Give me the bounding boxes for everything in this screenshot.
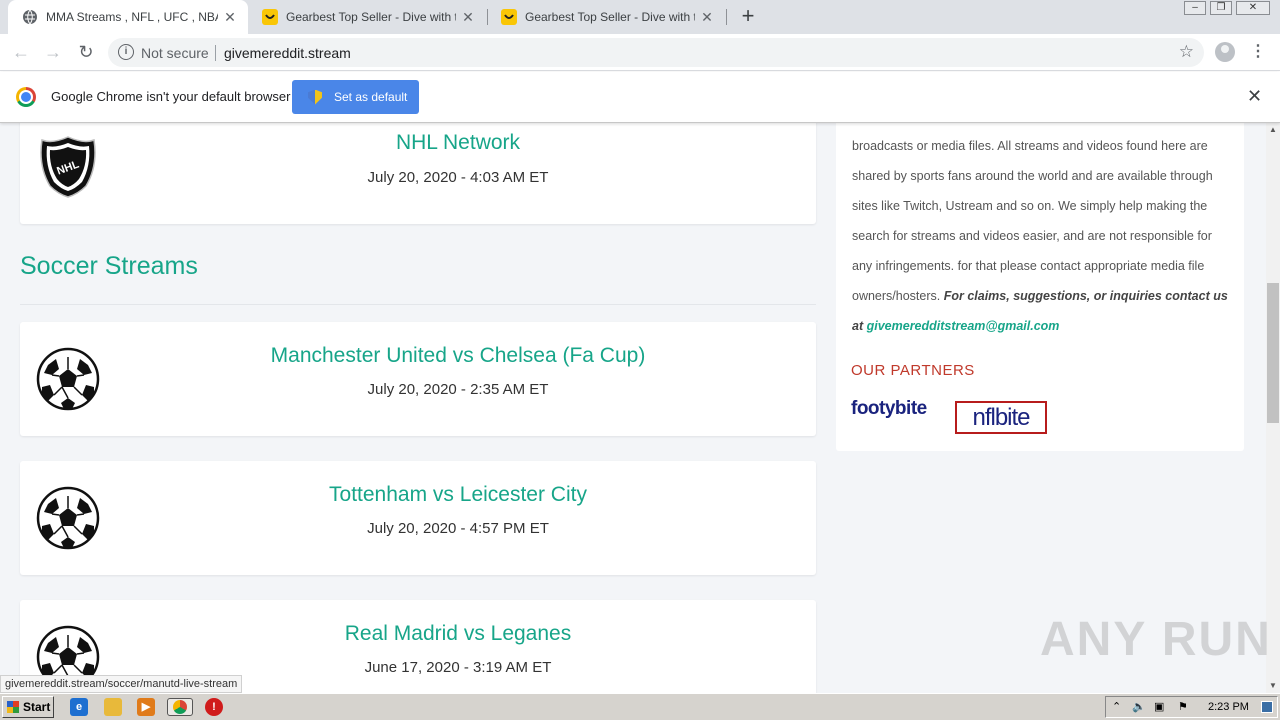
tab-title: MMA Streams , NFL , UFC , NBA , Boxing: [46, 10, 218, 24]
match-time: July 20, 2020 - 4:57 PM ET: [367, 520, 549, 537]
folder-icon[interactable]: [104, 698, 122, 716]
match-time: July 20, 2020 - 2:35 AM ET: [367, 381, 549, 398]
start-button[interactable]: Start: [2, 696, 54, 718]
omnibox-divider: [215, 45, 216, 61]
scrollbar-thumb[interactable]: [1267, 283, 1279, 423]
bookmark-star-icon[interactable]: ☆: [1179, 42, 1194, 62]
show-hidden-icons-icon[interactable]: ⌃: [1112, 700, 1121, 713]
browser-toolbar: ← → ↻ i Not secure givemereddit.stream ☆: [0, 34, 1280, 71]
show-desktop-icon[interactable]: [1261, 701, 1273, 713]
partners-heading: OUR PARTNERS: [851, 362, 975, 379]
ie-icon[interactable]: e: [70, 698, 88, 716]
chrome-logo-icon: [16, 87, 36, 107]
stream-card[interactable]: Tottenham vs Leicester City July 20, 202…: [20, 461, 816, 575]
partner-nflbite-logo[interactable]: nflbite: [955, 401, 1047, 434]
section-title-soccer: Soccer Streams: [20, 252, 198, 280]
stream-card[interactable]: Manchester United vs Chelsea (Fa Cup) Ju…: [20, 322, 816, 436]
match-title[interactable]: Manchester United vs Chelsea (Fa Cup): [20, 344, 896, 368]
tab-gearbest-1[interactable]: Gearbest Top Seller - Dive with the Ocea…: [248, 0, 486, 34]
media-player-icon[interactable]: ▶: [137, 698, 155, 716]
close-tab-icon[interactable]: ✕: [460, 9, 476, 26]
windows-taskbar: Start e ▶ ! ⌃ 🔈 ▣ ⚑ 2:23 PM: [0, 693, 1280, 720]
network-icon[interactable]: ▣: [1154, 700, 1164, 713]
tab-title: Gearbest Top Seller - Dive with the Ocea…: [286, 10, 456, 24]
contact-email-link[interactable]: givemeredditstream@gmail.com: [867, 319, 1060, 333]
new-tab-button[interactable]: +: [736, 5, 760, 29]
page-content: NHL NHL Network July 20, 2020 - 4:03 AM …: [0, 123, 1266, 693]
tab-separator: [726, 9, 727, 25]
chrome-menu-icon[interactable]: ⋮: [1250, 42, 1266, 62]
infobar-message: Google Chrome isn't your default browser: [51, 89, 291, 104]
match-time: July 20, 2020 - 4:03 AM ET: [367, 169, 549, 186]
system-tray: ⌃ 🔈 ▣ ⚑ 2:23 PM: [1105, 696, 1278, 718]
action-center-flag-icon[interactable]: ⚑: [1178, 700, 1188, 713]
close-tab-icon[interactable]: ✕: [699, 9, 715, 26]
disclaimer-line: broadcasts or media files. All streams a…: [852, 139, 1208, 153]
match-title[interactable]: Tottenham vs Leicester City: [20, 483, 896, 507]
back-button[interactable]: ←: [9, 41, 33, 65]
close-window-button[interactable]: ✕: [1236, 1, 1270, 15]
disclaimer-line: any infringements. for that please conta…: [852, 259, 1205, 273]
link-status-bar: givemereddit.stream/soccer/manutd-live-s…: [0, 675, 243, 693]
close-infobar-icon[interactable]: ✕: [1247, 86, 1262, 107]
match-title[interactable]: Real Madrid vs Leganes: [20, 622, 896, 646]
chrome-taskbar-icon[interactable]: [167, 698, 193, 716]
address-bar[interactable]: i Not secure givemereddit.stream ☆: [108, 38, 1204, 67]
tab-gearbest-2[interactable]: Gearbest Top Seller - Dive with the Ocea…: [487, 0, 725, 34]
default-browser-infobar: Google Chrome isn't your default browser…: [0, 72, 1280, 123]
disclaimer-line: search for streams and videos easier, an…: [852, 229, 1212, 243]
disclaimer-line: owners/hosters.: [852, 289, 941, 303]
tab-strip: MMA Streams , NFL , UFC , NBA , Boxing ✕…: [0, 0, 1280, 34]
set-as-default-button[interactable]: Set as default: [292, 80, 419, 114]
tab-title: Gearbest Top Seller - Dive with the Ocea…: [525, 10, 695, 24]
taskbar-clock[interactable]: 2:23 PM: [1208, 701, 1249, 713]
tab-mma-streams[interactable]: MMA Streams , NFL , UFC , NBA , Boxing ✕: [8, 0, 248, 34]
partner-footybite-logo[interactable]: footybite: [851, 398, 927, 420]
restore-window-button[interactable]: ❐: [1210, 1, 1232, 15]
forward-button[interactable]: →: [41, 41, 65, 65]
sidebar-disclaimer: broadcasts or media files. All streams a…: [836, 123, 1244, 451]
close-tab-icon[interactable]: ✕: [222, 9, 238, 26]
scroll-up-icon[interactable]: ▲: [1266, 123, 1280, 137]
anyrun-watermark: ANY RUN: [1040, 613, 1272, 666]
globe-icon: [23, 9, 37, 25]
scroll-down-icon[interactable]: ▼: [1266, 679, 1280, 693]
page-scrollbar[interactable]: ▲ ▼: [1266, 123, 1280, 693]
section-divider: [20, 304, 816, 305]
set-as-default-label: Set as default: [334, 90, 408, 104]
minimize-window-button[interactable]: –: [1184, 1, 1206, 15]
gearbest-icon: [262, 9, 278, 25]
match-time: June 17, 2020 - 3:19 AM ET: [364, 659, 552, 676]
profile-avatar-icon[interactable]: [1215, 42, 1235, 62]
gearbest-icon: [501, 9, 517, 25]
security-label: Not secure: [141, 45, 209, 61]
volume-icon[interactable]: 🔈: [1132, 700, 1146, 713]
url-text[interactable]: givemereddit.stream: [224, 45, 351, 61]
stream-card-nhl[interactable]: NHL NHL Network July 20, 2020 - 4:03 AM …: [20, 123, 816, 224]
disclaimer-line: sites like Twitch, Ustream and so on. We…: [852, 199, 1208, 213]
disclaimer-line: shared by sports fans around the world a…: [852, 169, 1213, 183]
shield-icon: [308, 89, 322, 105]
reload-button[interactable]: ↻: [74, 41, 98, 65]
antivirus-icon[interactable]: !: [205, 698, 223, 716]
disclaimer-text: broadcasts or media files. All streams a…: [852, 131, 1234, 341]
info-icon[interactable]: i: [118, 44, 134, 60]
match-title[interactable]: NHL Network: [20, 131, 896, 155]
